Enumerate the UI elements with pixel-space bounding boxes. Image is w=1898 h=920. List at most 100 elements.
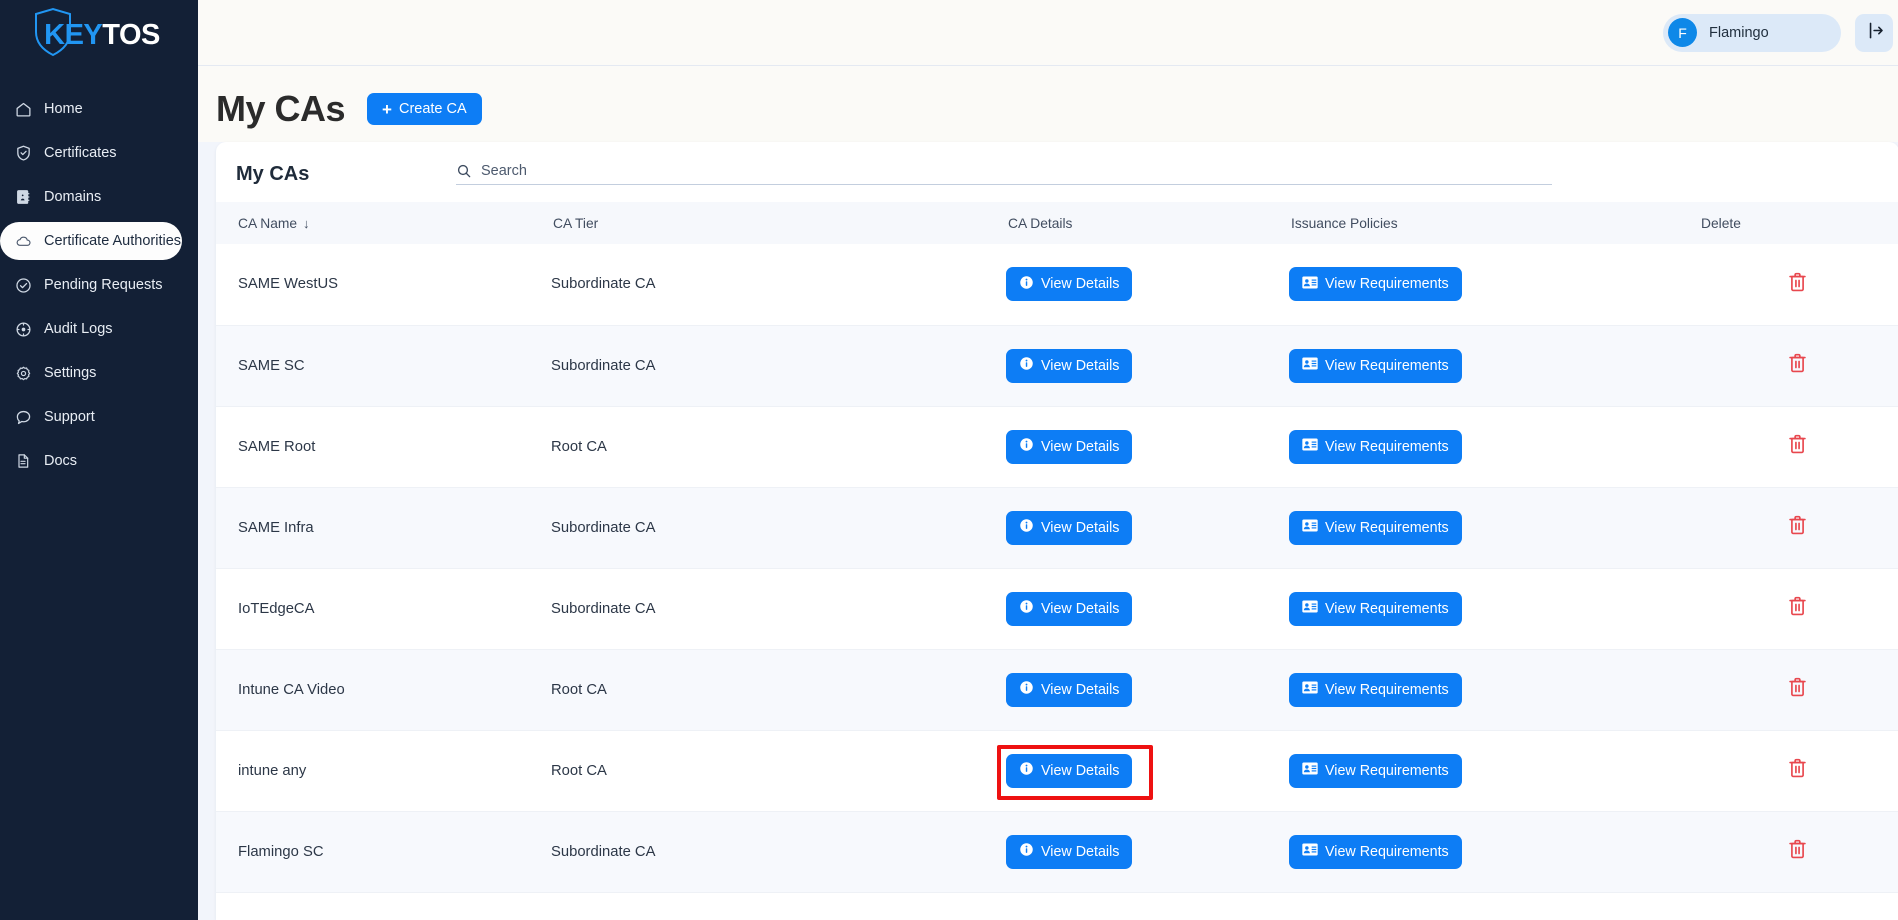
create-ca-button[interactable]: + Create CA — [367, 93, 482, 125]
cell-ca-tier: Root CA — [551, 406, 1006, 487]
table-head: CA Name↓ CA Tier CA Details Issuance Pol… — [216, 202, 1898, 244]
view-details-button[interactable]: View Details — [1006, 592, 1132, 626]
search-icon — [456, 163, 472, 179]
cell-delete — [1699, 568, 1898, 649]
view-requirements-label: View Requirements — [1325, 358, 1449, 374]
view-requirements-button[interactable]: View Requirements — [1289, 673, 1462, 707]
cell-delete — [1699, 649, 1898, 730]
table-row: SAME InfraSubordinate CAView Details View… — [216, 487, 1898, 568]
view-details-button[interactable]: View Details — [1006, 511, 1132, 545]
view-requirements-button[interactable]: View Requirements — [1289, 511, 1462, 545]
sort-arrow-icon[interactable]: ↓ — [303, 216, 310, 231]
trash-icon[interactable] — [1787, 757, 1808, 780]
logo-tos-text: TOS — [102, 19, 160, 52]
cell-ca-tier: Root CA — [551, 649, 1006, 730]
view-requirements-button[interactable]: View Requirements — [1289, 349, 1462, 383]
cell-delete — [1699, 811, 1898, 892]
view-details-button[interactable]: View Details — [1006, 673, 1132, 707]
cell-ca-details: View Details — [1006, 406, 1289, 487]
column-header-issuance-policies[interactable]: Issuance Policies — [1289, 202, 1699, 244]
trash-icon[interactable] — [1787, 433, 1808, 456]
logout-icon — [1865, 21, 1884, 45]
cell-ca-details: View Details — [1006, 568, 1289, 649]
ca-table-card: My CAs CA Name↓ — [216, 142, 1898, 920]
search-input[interactable] — [481, 163, 1552, 179]
view-details-button[interactable]: View Details — [1006, 835, 1132, 869]
view-requirements-label: View Requirements — [1325, 682, 1449, 698]
user-name: Flamingo — [1709, 25, 1769, 41]
view-details-label: View Details — [1041, 439, 1119, 455]
cell-ca-details: View Details — [1006, 244, 1289, 325]
view-details-label: View Details — [1041, 682, 1119, 698]
clock-icon — [12, 319, 34, 339]
sidebar-item-settings[interactable]: Settings — [0, 354, 198, 392]
cell-issuance-policies: View Requirements — [1289, 487, 1699, 568]
card-title: My CAs — [236, 163, 456, 186]
document-icon — [12, 451, 34, 471]
cell-issuance-policies: View Requirements — [1289, 730, 1699, 811]
sidebar-item-audit-logs[interactable]: Audit Logs — [0, 310, 198, 348]
cell-ca-name: SAME SC — [216, 325, 551, 406]
trash-icon[interactable] — [1787, 838, 1808, 861]
plus-icon: + — [382, 101, 392, 118]
cloud-icon — [12, 231, 34, 251]
cell-ca-name: SAME Root — [216, 406, 551, 487]
sidebar-item-home[interactable]: Home — [0, 90, 198, 128]
view-requirements-button[interactable]: View Requirements — [1289, 592, 1462, 626]
view-requirements-button[interactable]: View Requirements — [1289, 267, 1462, 301]
trash-icon[interactable] — [1787, 514, 1808, 537]
view-details-button[interactable]: View Details — [1006, 267, 1132, 301]
sidebar-item-label: Pending Requests — [44, 277, 163, 293]
shield-check-icon — [12, 143, 34, 163]
user-menu[interactable]: F Flamingo — [1663, 14, 1841, 52]
cell-delete — [1699, 406, 1898, 487]
cell-delete — [1699, 244, 1898, 325]
view-details-button[interactable]: View Details — [1006, 754, 1132, 788]
view-requirements-label: View Requirements — [1325, 601, 1449, 617]
cell-issuance-policies: View Requirements — [1289, 811, 1699, 892]
view-details-button[interactable]: View Details — [1006, 430, 1132, 464]
view-requirements-button[interactable]: View Requirements — [1289, 754, 1462, 788]
table-header-row: CA Name↓ CA Tier CA Details Issuance Pol… — [216, 202, 1898, 244]
column-header-ca-name[interactable]: CA Name↓ — [216, 202, 551, 244]
trash-icon[interactable] — [1787, 676, 1808, 699]
cell-ca-name: intune any — [216, 730, 551, 811]
sidebar-item-support[interactable]: Support — [0, 398, 198, 436]
cell-ca-name: SAME Infra — [216, 487, 551, 568]
trash-icon[interactable] — [1787, 271, 1808, 294]
main-content: F Flamingo My CAs + Create CA — [198, 0, 1898, 920]
view-requirements-button[interactable]: View Requirements — [1289, 430, 1462, 464]
column-header-ca-details[interactable]: CA Details — [1006, 202, 1289, 244]
cell-ca-tier: Subordinate CA — [551, 487, 1006, 568]
logout-button[interactable] — [1855, 14, 1893, 52]
id-card-icon — [1302, 438, 1318, 455]
ca-table: CA Name↓ CA Tier CA Details Issuance Pol… — [216, 202, 1898, 893]
view-details-button[interactable]: View Details — [1006, 349, 1132, 383]
cell-issuance-policies: View Requirements — [1289, 325, 1699, 406]
cell-ca-tier: Subordinate CA — [551, 325, 1006, 406]
table-row: Intune CA VideoRoot CAView DetailsView R… — [216, 649, 1898, 730]
column-header-ca-tier[interactable]: CA Tier — [551, 202, 1006, 244]
sidebar-item-pending-requests[interactable]: Pending Requests — [0, 266, 198, 304]
sidebar-item-label: Certificate Authorities — [44, 233, 181, 249]
search-field[interactable] — [456, 163, 1552, 185]
view-requirements-button[interactable]: View Requirements — [1289, 835, 1462, 869]
column-header-delete[interactable]: Delete — [1699, 202, 1898, 244]
address-book-icon — [12, 187, 34, 207]
shield-logo-icon — [30, 6, 76, 63]
cell-ca-details: View Details — [1006, 730, 1289, 811]
sidebar-item-certificates[interactable]: Certificates — [0, 134, 198, 172]
table-row: intune anyRoot CAView DetailsView Requir… — [216, 730, 1898, 811]
trash-icon[interactable] — [1787, 352, 1808, 375]
id-card-icon — [1302, 519, 1318, 536]
id-card-icon — [1302, 357, 1318, 374]
trash-icon[interactable] — [1787, 595, 1808, 618]
cell-issuance-policies: View Requirements — [1289, 568, 1699, 649]
sidebar-item-docs[interactable]: Docs — [0, 442, 198, 480]
sidebar-item-domains[interactable]: Domains — [0, 178, 198, 216]
page-header: My CAs + Create CA — [198, 66, 1898, 142]
brand-logo[interactable]: KEY TOS — [0, 0, 198, 70]
table-row: IoTEdgeCASubordinate CAView DetailsView … — [216, 568, 1898, 649]
sidebar-item-certificate-authorities[interactable]: Certificate Authorities — [0, 222, 182, 260]
cell-ca-details: View Details — [1006, 325, 1289, 406]
